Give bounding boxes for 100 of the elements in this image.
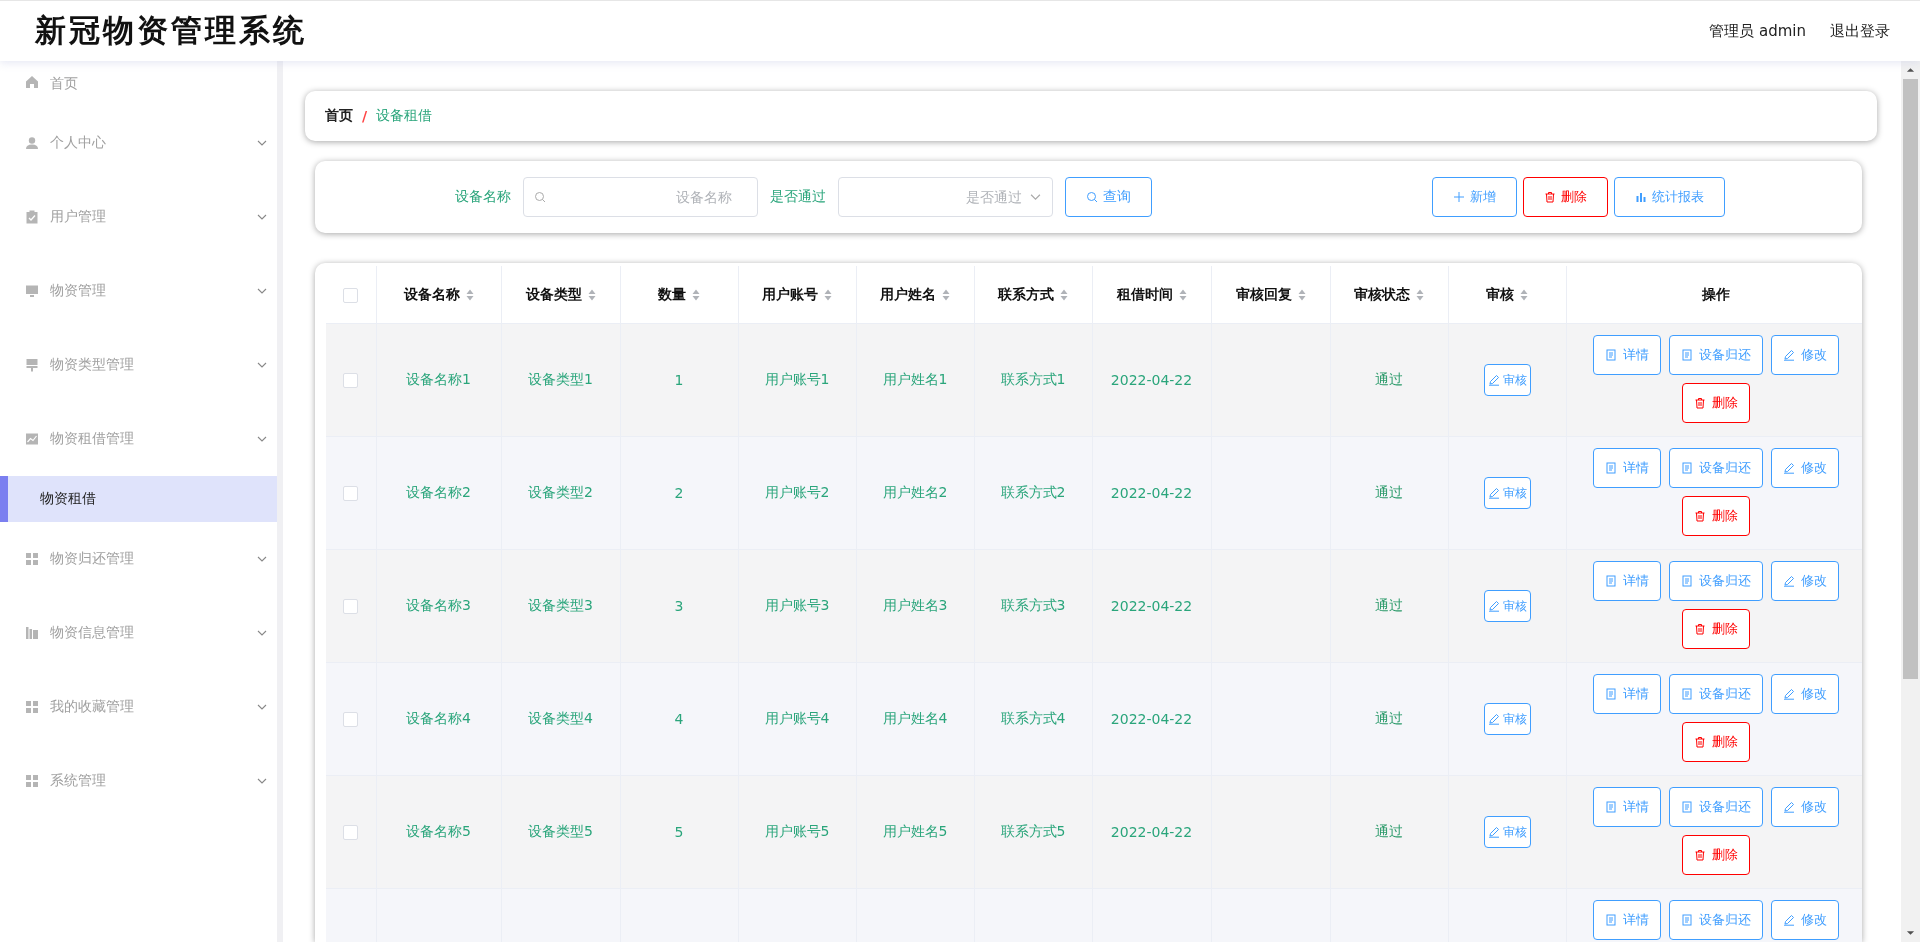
detail-button[interactable]: 详情 [1593, 561, 1661, 601]
checkbox[interactable] [343, 287, 359, 303]
search-icon [534, 191, 546, 203]
sort-icon [1416, 288, 1424, 301]
review-button[interactable]: 审核 [1483, 816, 1531, 848]
sidebar-item[interactable]: 我的收藏管理 [0, 670, 277, 744]
column-header[interactable]: 审核状态 [1330, 266, 1448, 324]
add-button[interactable]: 新增 [1432, 177, 1517, 217]
table-cell: 联系方式2 [1000, 484, 1066, 500]
column-header[interactable]: 设备名称 [376, 266, 501, 324]
delete-button[interactable]: 删除 [1682, 722, 1750, 762]
table-cell: 设备类型3 [528, 597, 593, 613]
column-header[interactable]: 用户姓名 [856, 266, 974, 324]
table-cell: 设备类型2 [528, 484, 593, 500]
column-header[interactable]: 审核 [1448, 266, 1566, 324]
edit-button[interactable]: 修改 [1771, 900, 1839, 940]
sidebar-item[interactable]: 个人中心 [0, 106, 277, 180]
logout-link[interactable]: 退出登录 [1830, 21, 1890, 41]
sidebar-item[interactable]: 物资管理 [0, 254, 277, 328]
delete-button[interactable]: 删除 [1682, 835, 1750, 875]
report-button[interactable]: 统计报表 [1614, 177, 1725, 217]
pencil-icon [1487, 826, 1500, 838]
delete-button[interactable]: 删除 [1682, 609, 1750, 649]
plus-icon [1453, 191, 1465, 203]
sidebar-item[interactable]: 用户管理 [0, 180, 277, 254]
column-header[interactable]: 设备类型 [501, 266, 620, 324]
scroll-down-icon[interactable] [1906, 930, 1915, 936]
select-field[interactable]: 是否通过 [838, 177, 1053, 217]
field-label: 设备名称 [455, 188, 511, 206]
detail-button[interactable]: 详情 [1593, 674, 1661, 714]
edit-button[interactable]: 修改 [1771, 787, 1839, 827]
edit-button[interactable]: 修改 [1771, 674, 1839, 714]
column-header[interactable]: 联系方式 [974, 266, 1092, 324]
document-icon [1681, 462, 1693, 474]
sort-icon [1060, 288, 1068, 301]
pencil-icon [1783, 349, 1795, 361]
table-cell: 2022-04-22 [1110, 598, 1193, 614]
chart-icon [25, 432, 39, 446]
document-icon [1605, 688, 1617, 700]
delete-button[interactable]: 删除 [1523, 177, 1608, 217]
trash-icon [1544, 191, 1556, 203]
search-button[interactable]: 查询 [1065, 177, 1152, 217]
return-button[interactable]: 设备归还 [1669, 448, 1763, 488]
column-header[interactable]: 审核回复 [1211, 266, 1330, 324]
return-button[interactable]: 设备归还 [1669, 900, 1763, 940]
edit-button[interactable]: 修改 [1771, 448, 1839, 488]
scrollbar[interactable] [1901, 61, 1920, 942]
sidebar-item[interactable]: 系统管理 [0, 744, 277, 818]
table-cell: 用户账号3 [764, 597, 830, 613]
sort-icon [824, 288, 832, 301]
review-button[interactable]: 审核 [1483, 477, 1531, 509]
checkbox[interactable] [343, 712, 359, 728]
grid-icon [25, 700, 39, 714]
review-button[interactable]: 审核 [1483, 703, 1531, 735]
sidebar-item[interactable]: 首页 [0, 61, 277, 106]
breadcrumb-link[interactable]: 首页 [325, 107, 353, 125]
table-cell: 联系方式5 [1000, 823, 1066, 839]
delete-button[interactable]: 删除 [1682, 496, 1750, 536]
pencil-icon [1783, 688, 1795, 700]
column-header[interactable]: 用户账号 [738, 266, 856, 324]
checkbox[interactable] [343, 373, 359, 389]
delete-button[interactable]: 删除 [1682, 383, 1750, 423]
app-title: 新冠物资管理系统 [35, 11, 307, 50]
chevron-icon [257, 214, 267, 220]
pencil-icon [1487, 713, 1500, 725]
sort-icon [1178, 288, 1187, 301]
review-button[interactable]: 审核 [1483, 364, 1531, 396]
scroll-up-icon[interactable] [1906, 67, 1915, 73]
edit-button[interactable]: 修改 [1771, 335, 1839, 375]
edit-button[interactable]: 修改 [1771, 561, 1839, 601]
table-cell: 联系方式4 [1000, 710, 1066, 726]
trash-icon [1694, 849, 1706, 861]
search-field[interactable]: 设备名称 [523, 177, 758, 217]
checkbox[interactable] [343, 599, 359, 615]
return-button[interactable]: 设备归还 [1669, 335, 1763, 375]
detail-button[interactable]: 详情 [1593, 787, 1661, 827]
table-cell: 5 [674, 824, 684, 840]
breadcrumb-link[interactable]: 设备租借 [376, 107, 433, 125]
return-button[interactable]: 设备归还 [1669, 674, 1763, 714]
sidebar-subitem[interactable]: 物资租借 [0, 476, 277, 522]
return-button[interactable]: 设备归还 [1669, 787, 1763, 827]
return-button[interactable]: 设备归还 [1669, 561, 1763, 601]
user-icon [25, 136, 39, 150]
table-cell: 用户账号1 [764, 371, 830, 387]
detail-button[interactable]: 详情 [1593, 448, 1661, 488]
column-header[interactable]: 数量 [620, 266, 738, 324]
detail-button[interactable]: 详情 [1593, 900, 1661, 940]
sidebar-item[interactable]: 物资信息管理 [0, 596, 277, 670]
signpost-icon [25, 358, 39, 372]
column-header[interactable]: 租借时间 [1092, 266, 1211, 324]
detail-button[interactable]: 详情 [1593, 335, 1661, 375]
trash-icon [1694, 736, 1706, 748]
checkbox[interactable] [343, 486, 359, 502]
sidebar-item[interactable]: 物资类型管理 [0, 328, 277, 402]
checkbox[interactable] [343, 825, 359, 841]
review-button[interactable]: 审核 [1483, 590, 1531, 622]
column-header: 操作 [1566, 266, 1862, 324]
sidebar-item[interactable]: 物资归还管理 [0, 522, 277, 596]
sidebar-item[interactable]: 物资租借管理 [0, 402, 277, 476]
document-icon [1605, 462, 1617, 474]
